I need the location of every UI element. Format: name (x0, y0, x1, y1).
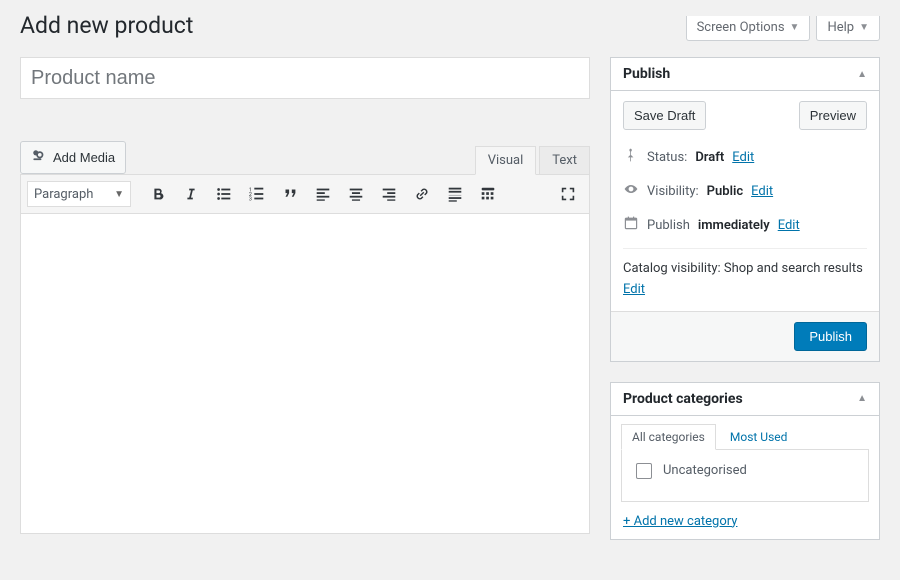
link-button[interactable] (407, 181, 437, 207)
align-right-button[interactable] (374, 181, 404, 207)
media-icon (31, 148, 47, 167)
add-media-button[interactable]: Add Media (20, 141, 126, 174)
chevron-down-icon: ▼ (114, 189, 124, 200)
pin-icon (623, 147, 639, 167)
category-label: Uncategorised (663, 463, 747, 478)
tab-all-categories[interactable]: All categories (621, 424, 716, 450)
chevron-down-icon: ▼ (790, 22, 800, 33)
save-draft-button[interactable]: Save Draft (623, 101, 706, 130)
chevron-down-icon: ▼ (859, 22, 869, 33)
calendar-icon (623, 215, 639, 235)
category-item[interactable]: Uncategorised (632, 460, 858, 482)
product-name-input[interactable] (20, 57, 590, 99)
publish-metabox: Publish ▲ Save Draft Preview (610, 57, 880, 362)
number-list-button[interactable]: 123 (242, 181, 272, 207)
edit-status-link[interactable]: Edit (732, 150, 754, 165)
screen-options-label: Screen Options (697, 20, 785, 35)
categories-title: Product categories (623, 391, 743, 407)
help-button[interactable]: Help ▼ (816, 16, 880, 41)
blockquote-button[interactable] (275, 181, 305, 207)
italic-button[interactable] (176, 181, 206, 207)
edit-visibility-link[interactable]: Edit (751, 184, 773, 199)
read-more-button[interactable] (440, 181, 470, 207)
bullet-list-button[interactable] (209, 181, 239, 207)
tab-most-used[interactable]: Most Used (719, 424, 799, 450)
add-new-category-link[interactable]: + Add new category (623, 514, 737, 529)
editor-toolbar: Paragraph ▼ 123 (20, 174, 590, 214)
eye-icon (623, 181, 639, 201)
collapse-icon[interactable]: ▲ (857, 393, 867, 404)
tab-visual[interactable]: Visual (475, 146, 537, 175)
collapse-icon[interactable]: ▲ (857, 69, 867, 80)
format-select[interactable]: Paragraph ▼ (27, 181, 131, 207)
publish-title: Publish (623, 66, 670, 82)
bold-button[interactable] (143, 181, 173, 207)
align-center-button[interactable] (341, 181, 371, 207)
preview-button[interactable]: Preview (799, 101, 867, 130)
category-checkbox[interactable] (636, 463, 652, 479)
publish-button[interactable]: Publish (794, 322, 867, 351)
fullscreen-button[interactable] (553, 181, 583, 207)
categories-metabox: Product categories ▲ All categories Most… (610, 382, 880, 540)
screen-options-button[interactable]: Screen Options ▼ (686, 16, 811, 41)
edit-schedule-link[interactable]: Edit (778, 218, 800, 233)
tab-text[interactable]: Text (539, 146, 590, 174)
add-media-label: Add Media (53, 150, 115, 165)
editor-content[interactable] (20, 214, 590, 534)
svg-text:3: 3 (249, 196, 252, 202)
help-label: Help (827, 20, 854, 35)
edit-catalog-link[interactable]: Edit (623, 282, 645, 297)
format-select-label: Paragraph (34, 187, 93, 202)
align-left-button[interactable] (308, 181, 338, 207)
toolbar-toggle-button[interactable] (473, 181, 503, 207)
